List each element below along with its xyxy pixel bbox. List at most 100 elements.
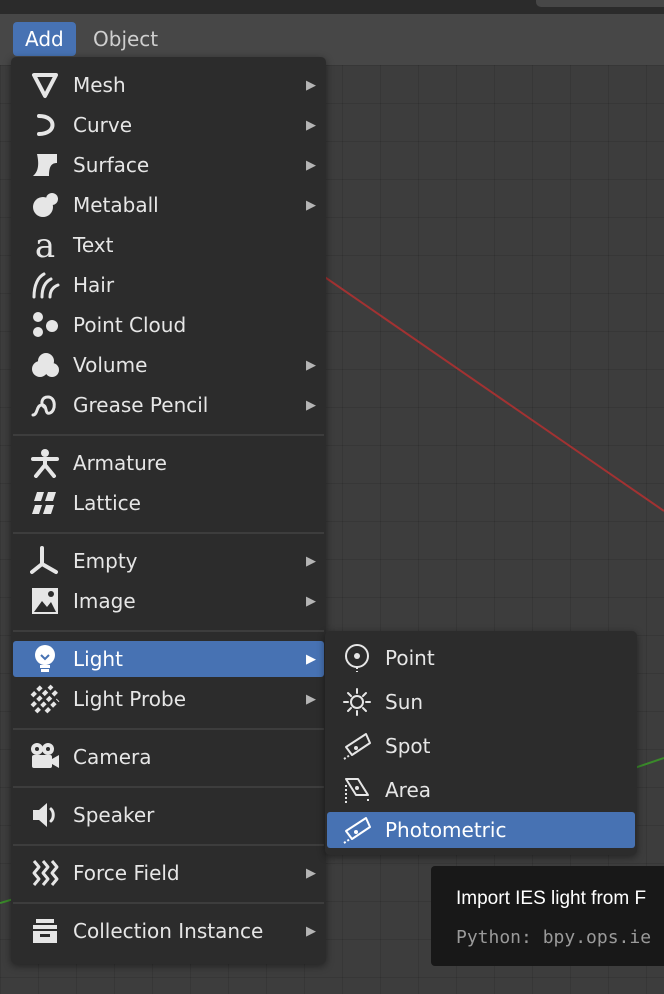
point-cloud-icon: [29, 309, 61, 341]
photometric-light-icon: [341, 814, 373, 846]
grease-pencil-icon: [29, 389, 61, 421]
menu-item-label: Lattice: [73, 491, 141, 515]
lattice-icon: [29, 487, 61, 519]
submenu-item-label: Spot: [385, 734, 431, 758]
spot-light-icon: [341, 730, 373, 762]
submenu-arrow-icon: ▶: [306, 923, 316, 939]
curve-icon: [29, 109, 61, 141]
header-menu-object[interactable]: Object: [81, 22, 170, 56]
force-field-icon: [29, 857, 61, 889]
menu-item-lattice[interactable]: Lattice: [13, 485, 324, 521]
menu-item-label: Camera: [73, 745, 152, 769]
menu-item-label: Curve: [73, 113, 133, 137]
submenu-arrow-icon: ▶: [306, 397, 316, 413]
submenu-arrow-icon: ▶: [306, 553, 316, 569]
menu-item-light-probe[interactable]: Light Probe ▶: [13, 681, 324, 717]
submenu-arrow-icon: ▶: [306, 865, 316, 881]
submenu-item-area[interactable]: Area: [327, 772, 635, 808]
menu-separator: [13, 532, 324, 534]
volume-icon: [29, 349, 61, 381]
camera-icon: [29, 741, 61, 773]
image-icon: [29, 585, 61, 617]
submenu-item-sun[interactable]: Sun: [327, 684, 635, 720]
area-light-icon: [341, 774, 373, 806]
submenu-item-label: Area: [385, 778, 432, 802]
armature-icon: [29, 447, 61, 479]
metaball-icon: [29, 189, 61, 221]
menu-separator: [13, 902, 324, 904]
menu-item-surface[interactable]: Surface ▶: [13, 147, 324, 183]
empty-icon: [29, 545, 61, 577]
menu-item-armature[interactable]: Armature: [13, 445, 324, 481]
menu-item-empty[interactable]: Empty ▶: [13, 543, 324, 579]
x-axis-line: [299, 259, 664, 512]
submenu-arrow-icon: ▶: [306, 77, 316, 93]
menu-separator: [13, 786, 324, 788]
submenu-arrow-icon: ▶: [306, 357, 316, 373]
menu-item-metaball[interactable]: Metaball ▶: [13, 187, 324, 223]
menu-item-label: Light Probe: [73, 687, 186, 711]
tooltip-python: Python: bpy.ops.ie: [456, 927, 652, 948]
menu-item-text[interactable]: a Text: [13, 227, 324, 263]
menu-item-curve[interactable]: Curve ▶: [13, 107, 324, 143]
menu-item-light[interactable]: Light ▶: [13, 641, 324, 677]
surface-icon: [29, 149, 61, 181]
menu-item-camera[interactable]: Camera: [13, 739, 324, 775]
menu-item-label: Image: [73, 589, 136, 613]
submenu-item-label: Photometric: [385, 818, 507, 842]
tooltip: Import IES light from F Python: bpy.ops.…: [431, 866, 664, 966]
menu-item-label: Empty: [73, 549, 138, 573]
menu-item-hair[interactable]: Hair: [13, 267, 324, 303]
menu-item-collection-instance[interactable]: Collection Instance ▶: [13, 913, 324, 949]
submenu-item-point[interactable]: Point: [327, 640, 635, 676]
svg-text:a: a: [35, 230, 55, 260]
collection-instance-icon: [29, 915, 61, 947]
speaker-icon: [29, 799, 61, 831]
submenu-arrow-icon: ▶: [306, 117, 316, 133]
sun-light-icon: [341, 686, 373, 718]
menu-item-label: Light: [73, 647, 123, 671]
menu-separator: [13, 434, 324, 436]
submenu-arrow-icon: ▶: [306, 157, 316, 173]
menu-item-force-field[interactable]: Force Field ▶: [13, 855, 324, 891]
hair-icon: [29, 269, 61, 301]
menu-item-mesh[interactable]: Mesh ▶: [13, 67, 324, 103]
menu-separator: [13, 728, 324, 730]
menu-separator: [13, 630, 324, 632]
tooltip-title: Import IES light from F: [456, 888, 647, 909]
light-bulb-icon: [29, 643, 61, 675]
corner-widget[interactable]: [536, 0, 664, 7]
menu-item-label: Point Cloud: [73, 313, 187, 337]
menu-item-label: Grease Pencil: [73, 393, 209, 417]
menu-item-label: Text: [73, 233, 114, 257]
menu-item-image[interactable]: Image ▶: [13, 583, 324, 619]
submenu-arrow-icon: ▶: [306, 197, 316, 213]
menu-item-grease-pencil[interactable]: Grease Pencil ▶: [13, 387, 324, 423]
menu-item-label: Speaker: [73, 803, 155, 827]
submenu-item-label: Sun: [385, 690, 424, 714]
submenu-item-photometric[interactable]: Photometric: [327, 812, 635, 848]
light-probe-icon: [29, 683, 61, 715]
light-submenu: Point Sun Spot Area Photometric: [325, 631, 637, 855]
menu-item-label: Metaball: [73, 193, 159, 217]
menu-item-label: Armature: [73, 451, 167, 475]
menu-item-speaker[interactable]: Speaker: [13, 797, 324, 833]
top-strip: [0, 0, 664, 14]
menu-item-label: Mesh: [73, 73, 126, 97]
submenu-arrow-icon: ▶: [306, 593, 316, 609]
menu-item-label: Force Field: [73, 861, 180, 885]
menu-item-volume[interactable]: Volume ▶: [13, 347, 324, 383]
header-menu-add[interactable]: Add: [13, 22, 76, 56]
submenu-item-label: Point: [385, 646, 435, 670]
menu-item-label: Surface: [73, 153, 150, 177]
menu-item-point-cloud[interactable]: Point Cloud: [13, 307, 324, 343]
submenu-arrow-icon: ▶: [306, 691, 316, 707]
menu-item-label: Hair: [73, 273, 115, 297]
text-icon: a: [29, 229, 61, 261]
submenu-item-spot[interactable]: Spot: [327, 728, 635, 764]
mesh-icon: [29, 69, 61, 101]
point-light-icon: [341, 642, 373, 674]
menu-separator: [13, 844, 324, 846]
submenu-arrow-icon: ▶: [306, 651, 316, 667]
menu-item-label: Collection Instance: [73, 919, 264, 943]
